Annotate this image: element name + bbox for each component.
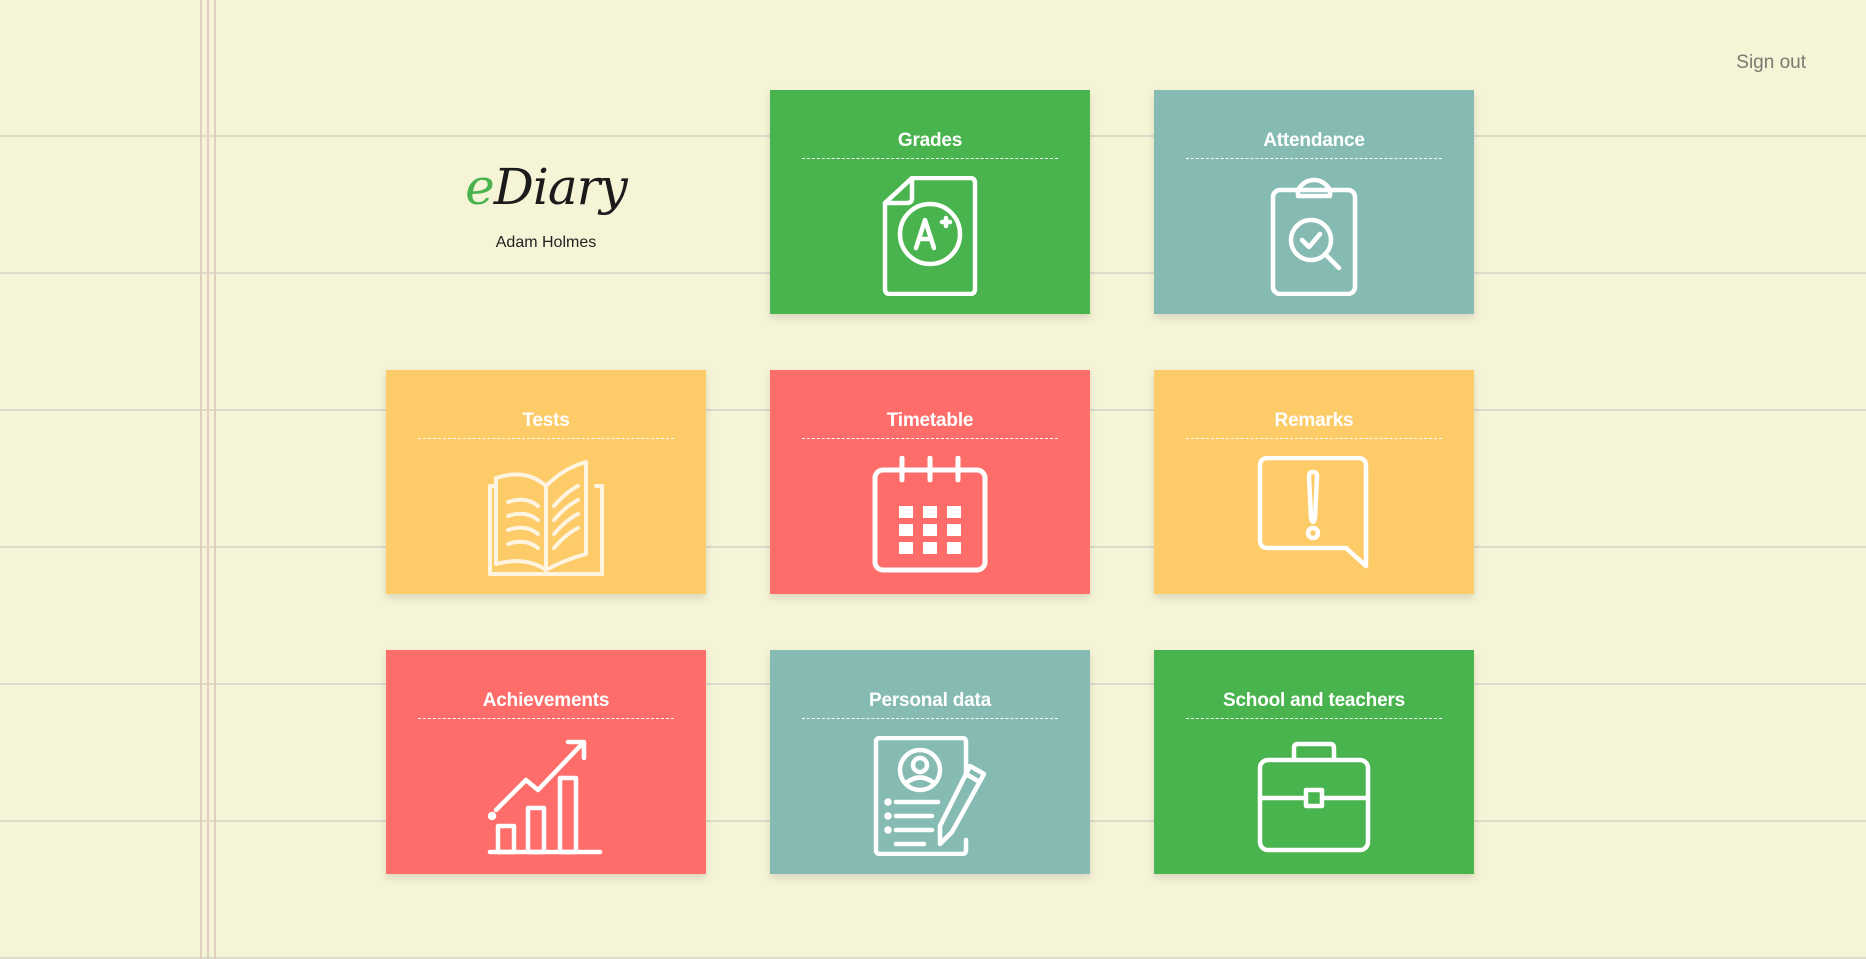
tile-title: Timetable [802, 410, 1058, 439]
tile-attendance[interactable]: Attendance [1154, 90, 1474, 314]
notebook-margin-line-3 [214, 0, 216, 959]
clipboard-search-icon [1254, 176, 1374, 297]
tile-personal-data[interactable]: Personal data [770, 650, 1090, 874]
tile-remarks[interactable]: Remarks [1154, 370, 1474, 594]
growth-chart-icon [486, 736, 606, 856]
tile-grades[interactable]: Grades [770, 90, 1090, 314]
open-book-icon [486, 456, 606, 576]
briefcase-icon [1254, 736, 1374, 856]
tile-title: Grades [802, 130, 1058, 159]
tile-title: School and teachers [1186, 690, 1442, 719]
tile-title: Remarks [1186, 410, 1442, 439]
tile-timetable[interactable]: Timetable [770, 370, 1090, 594]
notebook-margin-line-2 [207, 0, 209, 959]
tile-title: Tests [418, 410, 674, 439]
sign-out-link[interactable]: Sign out [1736, 52, 1806, 74]
notebook-margin-line-1 [200, 0, 202, 959]
ediary-logo: eDiary [465, 158, 628, 216]
user-name: Adam Holmes [495, 234, 597, 251]
profile-document-pen-icon [870, 735, 990, 857]
brand-block: eDiary Adam Holmes [386, 90, 706, 314]
tile-title: Personal data [802, 690, 1058, 719]
grade-a-plus-icon [870, 175, 990, 297]
tile-title: Attendance [1186, 130, 1442, 159]
tile-tests[interactable]: Tests [386, 370, 706, 594]
tile-school-and-teachers[interactable]: School and teachers [1154, 650, 1474, 874]
calendar-icon [870, 455, 990, 576]
exclamation-speech-bubble-icon [1254, 455, 1374, 576]
tile-achievements[interactable]: Achievements [386, 650, 706, 874]
tile-title: Achievements [418, 690, 674, 719]
